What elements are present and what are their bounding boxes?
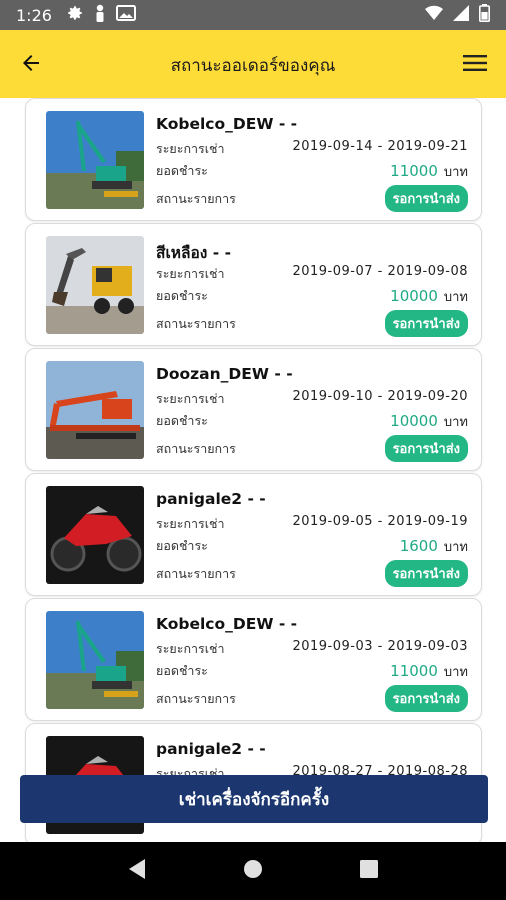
amount-due-label: ยอดชำระ xyxy=(156,288,208,303)
menu-button[interactable] xyxy=(458,46,492,80)
amount-due-label: ยอดชำระ xyxy=(156,163,208,178)
status-badge: รอการนำส่ง xyxy=(384,185,468,212)
rental-dates: 2019-09-10 - 2019-09-20 xyxy=(292,389,468,404)
order-item-name: Kobelco_DEW - - xyxy=(156,115,298,133)
yellow-wheeled-excavator-image xyxy=(46,236,144,334)
order-price: 10000 บาท xyxy=(390,286,468,307)
status-badge: รอการนำส่ง xyxy=(384,560,468,587)
order-item-name: Doozan_DEW - - xyxy=(156,365,293,383)
order-card[interactable]: สีเหลือง - - ระยะการเช่า ยอดชำระ สถานะรา… xyxy=(25,223,482,346)
system-nav-bar xyxy=(0,842,506,900)
order-item-name: Kobelco_DEW - - xyxy=(156,615,298,633)
rental-period-label: ระยะการเช่า xyxy=(156,141,225,156)
order-list[interactable]: Kobelco_DEW - - ระยะการเช่า ยอดชำระ สถาน… xyxy=(0,98,506,842)
item-status-label: สถานะรายการ xyxy=(156,441,236,456)
app-bar: สถานะออเดอร์ของคุณ xyxy=(0,30,506,98)
price-value: 10000 xyxy=(390,287,438,305)
wifi-icon xyxy=(425,5,443,25)
status-badge: รอการนำส่ง xyxy=(384,310,468,337)
order-price: 10000 บาท xyxy=(390,411,468,432)
cell-signal-icon xyxy=(453,5,469,25)
excavator-long-reach-image xyxy=(46,611,144,709)
excavator-long-reach-image xyxy=(46,111,144,209)
rental-period-label: ระยะการเช่า xyxy=(156,266,225,281)
price-value: 11000 xyxy=(390,162,438,180)
rental-dates: 2019-09-05 - 2019-09-19 xyxy=(292,514,468,529)
currency-unit: บาท xyxy=(443,290,468,305)
item-status-label: สถานะรายการ xyxy=(156,191,236,206)
red-motorcycle-image xyxy=(46,486,144,584)
amount-due-label: ยอดชำระ xyxy=(156,413,208,428)
order-card[interactable]: panigale2 - - ระยะการเช่า ยอดชำระ สถานะร… xyxy=(25,473,482,596)
person-icon xyxy=(94,4,106,26)
rental-dates: 2019-09-14 - 2019-09-21 xyxy=(292,139,468,154)
page-title: สถานะออเดอร์ของคุณ xyxy=(170,56,336,76)
status-bar: 1:26 xyxy=(0,0,506,30)
rental-period-label: ระยะการเช่า xyxy=(156,516,225,531)
nav-back-icon[interactable] xyxy=(127,858,147,884)
order-item-name: panigale2 - - xyxy=(156,740,266,758)
order-item-name: สีเหลือง - - xyxy=(156,244,232,262)
battery-icon xyxy=(479,4,490,26)
currency-unit: บาท xyxy=(443,540,468,555)
hamburger-menu-icon xyxy=(463,55,487,71)
rental-period-label: ระยะการเช่า xyxy=(156,641,225,656)
currency-unit: บาท xyxy=(443,665,468,680)
nav-recents-icon[interactable] xyxy=(359,859,379,883)
order-price: 1600 บาท xyxy=(400,536,468,557)
price-value: 11000 xyxy=(390,662,438,680)
order-card[interactable]: Doozan_DEW - - ระยะการเช่า ยอดชำระ สถานะ… xyxy=(25,348,482,471)
price-value: 10000 xyxy=(390,412,438,430)
item-status-label: สถานะรายการ xyxy=(156,691,236,706)
order-item-name: panigale2 - - xyxy=(156,490,266,508)
rent-again-button[interactable]: เช่าเครื่องจักรอีกครั้ง xyxy=(20,775,488,823)
rental-period-label: ระยะการเช่า xyxy=(156,391,225,406)
price-value: 1600 xyxy=(399,537,438,555)
rental-dates: 2019-09-03 - 2019-09-03 xyxy=(292,639,468,654)
rental-dates: 2019-09-07 - 2019-09-08 xyxy=(292,264,468,279)
status-badge: รอการนำส่ง xyxy=(384,685,468,712)
orange-excavator-on-trailer-image xyxy=(46,361,144,459)
amount-due-label: ยอดชำระ xyxy=(156,538,208,553)
status-badge: รอการนำส่ง xyxy=(384,435,468,462)
amount-due-label: ยอดชำระ xyxy=(156,663,208,678)
settings-gear-icon xyxy=(66,4,84,26)
item-status-label: สถานะรายการ xyxy=(156,316,236,331)
order-price: 11000 บาท xyxy=(390,661,468,682)
order-card[interactable]: Kobelco_DEW - - ระยะการเช่า ยอดชำระ สถาน… xyxy=(25,598,482,721)
nav-home-icon[interactable] xyxy=(242,858,264,884)
order-card[interactable]: Kobelco_DEW - - ระยะการเช่า ยอดชำระ สถาน… xyxy=(25,98,482,221)
image-notification-icon xyxy=(115,4,136,26)
status-time: 1:26 xyxy=(16,5,52,25)
currency-unit: บาท xyxy=(443,165,468,180)
order-price: 11000 บาท xyxy=(390,161,468,182)
item-status-label: สถานะรายการ xyxy=(156,566,236,581)
currency-unit: บาท xyxy=(443,415,468,430)
